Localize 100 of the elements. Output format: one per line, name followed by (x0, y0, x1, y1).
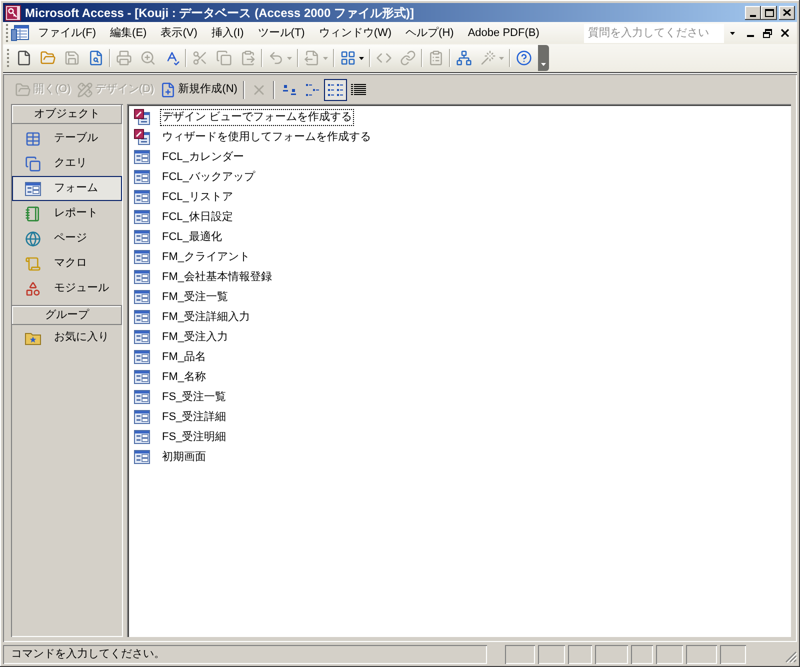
status-panel (631, 644, 653, 664)
file-plus-icon (160, 82, 176, 98)
minimize-icon (746, 35, 754, 37)
form-icon (134, 350, 150, 364)
list-item[interactable]: FM_受注入力 (160, 328, 230, 346)
minimize-button[interactable] (745, 6, 761, 20)
status-panel (538, 644, 565, 664)
new-button[interactable]: 新規作成(N) (157, 78, 240, 100)
status-panel (656, 644, 683, 664)
form-icon (134, 190, 150, 204)
form-icon (134, 270, 150, 284)
undo-icon (268, 50, 284, 66)
ruler-pencil-icon (76, 82, 93, 98)
menu-item[interactable]: ヘルプ(H) (398, 23, 461, 43)
form-icon (134, 410, 150, 424)
form-icon (134, 430, 150, 444)
window-icon[interactable] (11, 25, 29, 41)
notebook-icon (25, 206, 41, 222)
status-panel (595, 644, 628, 664)
close-icon (781, 29, 789, 37)
table-icon (25, 130, 41, 146)
printer-icon (116, 50, 132, 66)
form-icon (134, 150, 150, 164)
list-item[interactable]: FCL_バックアップ (160, 168, 257, 186)
form-icon (134, 310, 150, 324)
list-item[interactable]: FS_受注詳細 (160, 408, 228, 426)
list-item[interactable]: FS_受注明細 (160, 428, 228, 446)
toolbar-options-button[interactable] (538, 45, 549, 71)
folder-icon (15, 82, 31, 98)
form-icon (134, 230, 150, 244)
list-item[interactable]: FM_会社基本情報登録 (160, 268, 274, 286)
document-icon (304, 50, 320, 66)
menu-item[interactable]: ウィンドウ(W) (312, 23, 399, 43)
link-icon (400, 50, 416, 66)
object-type-item[interactable]: テーブル (12, 126, 122, 151)
scissors-icon (192, 50, 208, 66)
object-type-item[interactable]: レポート (12, 201, 122, 226)
menu-item[interactable]: Adobe PDF(B) (460, 23, 546, 43)
help-search-field[interactable]: 質問を入力してください (584, 24, 724, 42)
object-type-item[interactable]: モジュール (12, 276, 122, 301)
list-item[interactable]: FM_受注詳細入力 (160, 308, 252, 326)
list-item[interactable]: FM_品名 (160, 348, 208, 366)
clipboard-icon (240, 50, 256, 66)
objects-header[interactable]: オブジェクト (12, 105, 122, 124)
file-search-icon (88, 50, 104, 66)
caret-icon (359, 56, 364, 60)
minimize-icon (750, 14, 756, 16)
list-item[interactable]: デザイン ビューでフォームを作成する (160, 108, 354, 126)
caret-icon (730, 32, 734, 34)
form-icon (134, 370, 150, 384)
network-icon (456, 50, 472, 66)
form-icon (134, 330, 150, 344)
list-item[interactable]: FS_受注一覧 (160, 388, 228, 406)
object-type-item[interactable]: フォーム (12, 176, 122, 201)
maximize-icon (764, 8, 774, 16)
form-pencil-icon (134, 109, 150, 125)
caret-icon (541, 63, 546, 66)
window-title: Microsoft Access - [Kouji : データベース (Access 2000 ファイル形式)] (25, 4, 414, 22)
status-panel (686, 644, 717, 664)
object-type-item[interactable]: マクロ (12, 251, 122, 276)
form-pencil-icon (134, 129, 150, 145)
caret-icon (499, 56, 504, 60)
menu-item[interactable]: 挿入(I) (204, 23, 251, 43)
menu-item[interactable]: ツール(T) (250, 23, 312, 43)
list-item[interactable]: FM_受注一覧 (160, 288, 230, 306)
small-icons-icon (306, 84, 320, 96)
wand-icon (480, 50, 496, 66)
form-icon (134, 290, 150, 304)
menu-item[interactable]: ファイル(F) (31, 23, 104, 43)
object-type-item[interactable]: お気に入り (12, 325, 122, 350)
list-item[interactable]: FCL_リストア (160, 188, 235, 206)
form-icon (134, 390, 150, 404)
close-button[interactable] (779, 6, 795, 20)
menu-item[interactable]: 表示(V) (154, 23, 204, 43)
list-item[interactable]: ウィザードを使用してフォームを作成する (160, 128, 373, 146)
maximize-button[interactable] (761, 6, 777, 20)
list-item[interactable]: FM_名称 (160, 368, 208, 386)
list-item[interactable]: FM_クライアント (160, 248, 252, 266)
caret-icon (287, 56, 292, 60)
list-item[interactable]: 初期画面 (160, 448, 208, 466)
list-item[interactable]: FCL_休日設定 (160, 208, 235, 226)
groups-header[interactable]: グループ (12, 306, 122, 325)
object-type-item[interactable]: クエリ (12, 151, 122, 176)
scroll-icon (25, 256, 41, 272)
zoom-in-icon (140, 50, 156, 66)
resize-grip-icon[interactable] (785, 651, 797, 663)
close-icon (783, 9, 791, 16)
status-panel (720, 644, 746, 664)
status-panel (568, 644, 592, 664)
list-item[interactable]: FCL_最適化 (160, 228, 224, 246)
list-view-button[interactable] (324, 78, 348, 100)
file-icon (16, 50, 32, 66)
stacked-sheets-icon (25, 156, 41, 172)
caret-icon (323, 56, 328, 60)
folder-icon (40, 50, 56, 66)
object-type-item[interactable]: ページ (12, 226, 122, 251)
menu-item[interactable]: 編集(E) (103, 23, 154, 43)
key-icon (5, 4, 21, 20)
restore-icon (762, 28, 772, 38)
list-item[interactable]: FCL_カレンダー (160, 148, 246, 166)
